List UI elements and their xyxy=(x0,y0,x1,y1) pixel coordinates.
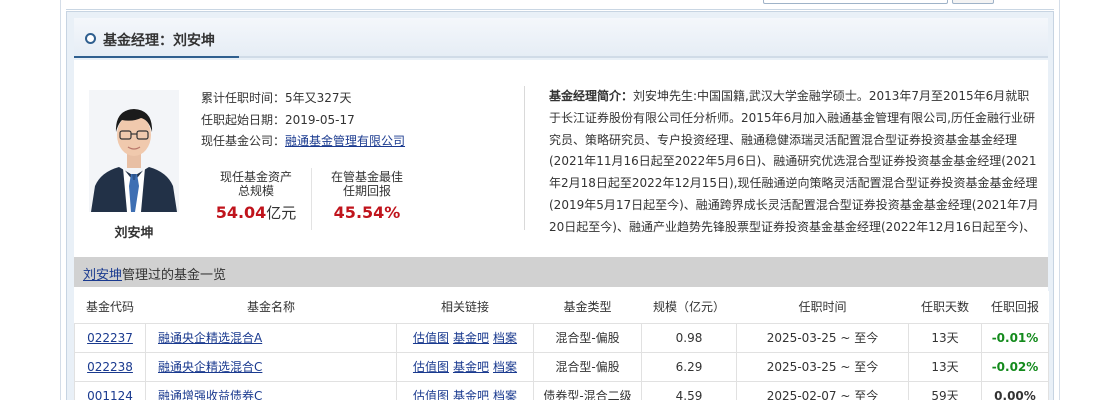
fund-scale: 0.98 xyxy=(641,322,737,353)
fund-type: 债券型-混合二级 xyxy=(533,380,642,400)
bio-text: 刘安坤先生:中国国籍,武汉大学金融学硕士。2013年7月至2015年6月就职于长… xyxy=(549,89,1039,234)
fund-name-link[interactable]: 融通央企精选混合C xyxy=(158,360,262,374)
return-value: 45.54% xyxy=(333,203,401,222)
col-header-links: 相关链接 xyxy=(396,291,534,324)
manager-name-link[interactable]: 刘安坤 xyxy=(83,268,122,283)
start-date-row: 任职起始日期：2019-05-17 xyxy=(201,110,405,132)
tenure-return: -0.02% xyxy=(981,351,1049,382)
fund-list-header: 刘安坤管理过的基金一览 xyxy=(74,257,1048,287)
valuation-chart-link[interactable]: 估值图 xyxy=(413,389,449,400)
table-row: 001124 融通增强收益债券C 估值图 基金吧 档案 债券型-混合二级 4.59 … xyxy=(74,380,1049,400)
manager-photo xyxy=(89,90,179,212)
best-return-stat: 在管基金最佳 任期回报 45.54% xyxy=(312,170,422,222)
assets-value: 54.04 xyxy=(215,203,267,222)
start-date-label: 任职起始日期： xyxy=(201,112,286,127)
fund-type: 混合型-偏股 xyxy=(533,351,642,382)
assets-label-line1: 现任基金资产 xyxy=(219,170,292,184)
vertical-divider xyxy=(524,86,525,230)
tenure-return: 0.00% xyxy=(981,380,1049,400)
fund-code-link[interactable]: 001124 xyxy=(87,389,133,400)
company-row: 现任基金公司：融通基金管理有限公司 xyxy=(201,131,405,153)
col-header-name[interactable]: 基金名称 xyxy=(145,291,397,324)
start-date-value: 2019-05-17 xyxy=(285,112,355,127)
page-title: 基金经理：刘安坤 xyxy=(103,33,215,49)
page: 基金经理：刘安坤 刘安坤 累计任职时间：5年又327天 任职起始日期：2019-… xyxy=(0,0,1120,400)
assets-label-line2: 总规模 xyxy=(237,184,274,198)
bio-label: 基金经理简介： xyxy=(549,89,634,103)
tenure-period: 2025-03-25 ~ 至今 xyxy=(736,351,909,382)
assets-unit: 亿元 xyxy=(266,204,297,222)
fund-profile-link[interactable]: 档案 xyxy=(493,360,517,374)
manager-info: 累计任职时间：5年又327天 任职起始日期：2019-05-17 现任基金公司：… xyxy=(201,88,405,153)
manager-name: 刘安坤 xyxy=(114,226,154,241)
table-row: 022238 融通央企精选混合C 估值图 基金吧 档案 混合型-偏股 6.29 20… xyxy=(74,351,1049,382)
company-link[interactable]: 融通基金管理有限公司 xyxy=(285,134,405,148)
valuation-chart-link[interactable]: 估值图 xyxy=(413,360,449,374)
fund-forum-link[interactable]: 基金吧 xyxy=(453,389,489,400)
tenure-label: 累计任职时间： xyxy=(201,91,286,105)
tenure-period: 2025-02-07 ~ 至今 xyxy=(736,380,909,400)
valuation-chart-link[interactable]: 估值图 xyxy=(413,331,449,345)
tenure-days: 13天 xyxy=(908,322,982,353)
fund-table: 基金代码 基金名称 相关链接 基金类型 规模（亿元） 任职时间 任职天数 任职回… xyxy=(74,291,1049,400)
assets-value-wrap: 54.04亿元 xyxy=(201,203,311,222)
tenure-row: 累计任职时间：5年又327天 xyxy=(201,88,405,110)
fund-profile-link[interactable]: 档案 xyxy=(493,389,517,400)
circle-bullet-icon xyxy=(85,33,96,44)
tenure-value: 5年又327天 xyxy=(285,91,352,105)
search-input[interactable] xyxy=(763,0,948,4)
col-header-scale[interactable]: 规模（亿元） xyxy=(641,291,737,324)
title-underline xyxy=(74,56,239,58)
col-header-days[interactable]: 任职天数 xyxy=(908,291,982,324)
return-label-line1: 在管基金最佳 xyxy=(330,170,403,184)
avatar xyxy=(89,90,179,212)
tenure-return: -0.01% xyxy=(981,322,1049,353)
fund-name-link[interactable]: 融通央企精选混合A xyxy=(158,331,262,345)
fund-list-suffix: 管理过的基金一览 xyxy=(122,268,227,283)
tenure-days: 59天 xyxy=(908,380,982,400)
fund-list-title: 刘安坤管理过的基金一览 xyxy=(83,264,226,283)
fund-forum-link[interactable]: 基金吧 xyxy=(453,331,489,345)
col-header-type[interactable]: 基金类型 xyxy=(533,291,642,324)
fund-type: 混合型-偏股 xyxy=(533,322,642,353)
table-row: 022237 融通央企精选混合A 估值图 基金吧 档案 混合型-偏股 0.98 20… xyxy=(74,322,1049,353)
manager-card: 基金经理：刘安坤 刘安坤 累计任职时间：5年又327天 任职起始日期：2019-… xyxy=(66,11,1054,400)
col-header-return[interactable]: 任职回报 xyxy=(981,291,1049,324)
fund-scale: 6.29 xyxy=(641,351,737,382)
return-label-line2: 任期回报 xyxy=(342,184,391,198)
fund-profile-link[interactable]: 档案 xyxy=(493,331,517,345)
title-bar: 基金经理：刘安坤 xyxy=(74,18,1048,58)
company-label: 现任基金公司： xyxy=(201,134,286,148)
manager-bio: 基金经理简介：刘安坤先生:中国国籍,武汉大学金融学硕士。2013年7月至2015… xyxy=(549,86,1039,236)
search-button[interactable] xyxy=(952,0,994,4)
col-header-code[interactable]: 基金代码 xyxy=(74,291,146,324)
table-header-row: 基金代码 基金名称 相关链接 基金类型 规模（亿元） 任职时间 任职天数 任职回… xyxy=(74,291,1049,324)
fund-code-link[interactable]: 022238 xyxy=(87,360,133,374)
tenure-days: 13天 xyxy=(908,351,982,382)
total-assets-stat: 现任基金资产 总规模 54.04亿元 xyxy=(201,170,311,222)
tenure-period: 2025-03-25 ~ 至今 xyxy=(736,322,909,353)
fund-name-link[interactable]: 融通增强收益债券C xyxy=(158,389,262,400)
fund-code-link[interactable]: 022237 xyxy=(87,331,133,345)
col-header-period[interactable]: 任职时间 xyxy=(736,291,909,324)
manager-panel: 刘安坤 累计任职时间：5年又327天 任职起始日期：2019-05-17 现任基… xyxy=(74,60,1049,400)
top-search-bar xyxy=(66,0,1054,10)
fund-forum-link[interactable]: 基金吧 xyxy=(453,360,489,374)
fund-scale: 4.59 xyxy=(641,380,737,400)
